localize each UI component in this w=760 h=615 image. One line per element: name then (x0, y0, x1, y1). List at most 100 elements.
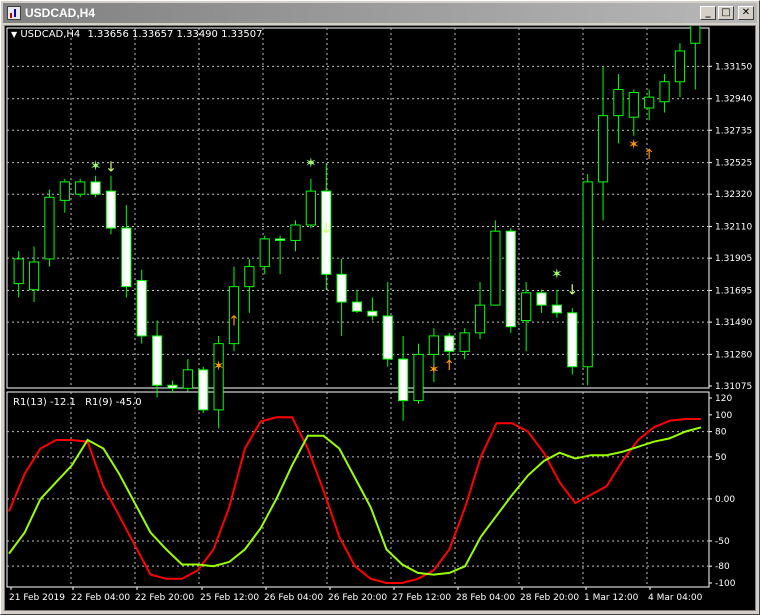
oscillator-axis-label: 80 (715, 428, 727, 438)
candle-body (474, 304, 486, 334)
candle-body (644, 96, 655, 109)
candle-body (444, 335, 455, 352)
candle-body (521, 292, 532, 322)
candle-body (182, 369, 193, 389)
oscillator-axis-label: 100 (715, 411, 732, 421)
chart-area[interactable]: 1.33150 1.32940 1.32735 1.32525 1.32320 1.321… (4, 25, 756, 611)
price-axis-label: 1.31075 (715, 382, 752, 392)
candle-body (413, 353, 424, 402)
candle-body (428, 335, 440, 355)
candle-body (690, 26, 701, 44)
candle-body (398, 358, 409, 402)
candle-body (336, 273, 347, 303)
indicator-label-slow: R1(13) -12.1 (13, 397, 76, 408)
minimize-button[interactable]: _ (700, 6, 716, 20)
oscillator-axis-label: 50 (715, 453, 727, 463)
oscillator-line-r113 (8, 416, 701, 584)
price-axis-label: 1.31695 (715, 286, 752, 296)
price-axis-label: 1.31905 (715, 254, 752, 264)
candle-body (75, 181, 86, 195)
candle-body (505, 230, 516, 328)
oscillator-panel-frame (6, 391, 710, 588)
candle-body (167, 384, 178, 389)
signal-star-icon: ✶ (428, 362, 440, 378)
candle-body (105, 190, 117, 229)
time-axis-label: 25 Feb 12:00 (200, 593, 259, 603)
candle-body (551, 304, 563, 314)
chart-window-icon (7, 6, 21, 20)
signal-arrow-down-icon: ↓ (105, 159, 117, 175)
oscillator-axis-label: -80 (715, 562, 730, 572)
chart-ohlc: 1.33656 1.33657 1.33490 1.33507 (87, 29, 263, 40)
candle-body (351, 301, 363, 312)
candle-body (136, 279, 147, 337)
oscillator-axis-label: -100 (715, 579, 736, 589)
candle-body (628, 92, 639, 118)
candle-body (567, 312, 578, 368)
candle-body (305, 190, 316, 226)
indicator-label-fast: R1(9) -45.0 (85, 397, 142, 408)
signal-arrow-up-icon: ↑ (228, 314, 240, 330)
close-button[interactable]: ✕ (738, 6, 754, 20)
candle-body (613, 88, 624, 117)
signal-star-icon: ✶ (305, 155, 317, 171)
time-axis-label: 1 Mar 12:00 (584, 593, 639, 603)
time-axis-label: 28 Feb 04:00 (456, 593, 515, 603)
title-bar[interactable]: USDCAD,H4 _ □ ✕ (3, 3, 757, 23)
candle-body (582, 181, 593, 368)
price-axis-label: 1.32320 (715, 190, 752, 200)
candle-body (90, 181, 101, 195)
candle-body (151, 335, 163, 386)
signal-star-icon: ✶ (551, 266, 563, 282)
price-axis-label: 1.33150 (715, 62, 752, 72)
candle-body (13, 258, 24, 285)
time-axis-label: 26 Feb 20:00 (328, 593, 387, 603)
price-axis-label: 1.32525 (715, 159, 752, 169)
oscillator-axis-label: 0.00 (715, 495, 735, 505)
candle-body (659, 81, 670, 103)
triangle-down-icon[interactable]: ▼ (11, 30, 17, 39)
signal-star-icon: ✶ (628, 137, 640, 153)
candle-body (290, 224, 301, 241)
maximize-button[interactable]: □ (718, 6, 734, 20)
oscillator-line-r19 (8, 426, 702, 576)
price-axis-label: 1.32110 (715, 223, 752, 233)
signal-arrow-up-icon: ↑ (443, 358, 455, 374)
time-axis-label: 22 Feb 04:00 (71, 593, 130, 603)
price-axis-label: 1.31490 (715, 318, 752, 328)
candle-body (59, 181, 70, 201)
indicator-header: R1(13) -12.1 R1(9) -45.0 (13, 397, 142, 408)
chart-window: USDCAD,H4 _ □ ✕ 1.33150 1.32940 1.32735 1.3… (0, 0, 760, 615)
signal-star-icon: ✶ (213, 359, 225, 375)
oscillator-axis-label: -50 (715, 537, 730, 547)
candle-body (536, 292, 547, 306)
chart-symbol: USDCAD,H4 (20, 29, 81, 40)
signal-arrow-up-icon: ↑ (643, 147, 655, 163)
candle-body (382, 315, 393, 360)
candle-body (213, 343, 224, 411)
price-axis-label: 1.32735 (715, 126, 752, 136)
candle-body (244, 266, 255, 288)
candle-body (259, 238, 270, 268)
candle-body (597, 115, 609, 183)
oscillator-axis-label: 120 (715, 394, 732, 404)
time-axis-label: 28 Feb 20:00 (520, 593, 579, 603)
candle-body (28, 261, 40, 291)
price-axis-label: 1.32940 (715, 95, 752, 105)
time-axis-label: 21 Feb 2019 (9, 593, 65, 603)
time-axis-label: 26 Feb 04:00 (264, 593, 323, 603)
candle-body (44, 196, 55, 260)
chart-canvas[interactable]: 1.33150 1.32940 1.32735 1.32525 1.32320 1.321… (5, 26, 755, 610)
signal-star-icon: ✶ (90, 158, 102, 174)
candle-body (490, 230, 501, 306)
signal-arrow-down-icon: ↓ (320, 221, 332, 237)
candle-body (274, 238, 286, 241)
window-title: USDCAD,H4 (25, 6, 96, 20)
candle-body (121, 227, 132, 288)
time-axis-label: 27 Feb 12:00 (392, 593, 451, 603)
candle-body (367, 310, 378, 317)
candle-body (459, 332, 470, 352)
chart-info-header: ▼ USDCAD,H4 1.33656 1.33657 1.33490 1.33… (11, 29, 262, 40)
signal-arrow-down-icon: ↓ (566, 283, 578, 299)
candle-body (198, 369, 209, 411)
